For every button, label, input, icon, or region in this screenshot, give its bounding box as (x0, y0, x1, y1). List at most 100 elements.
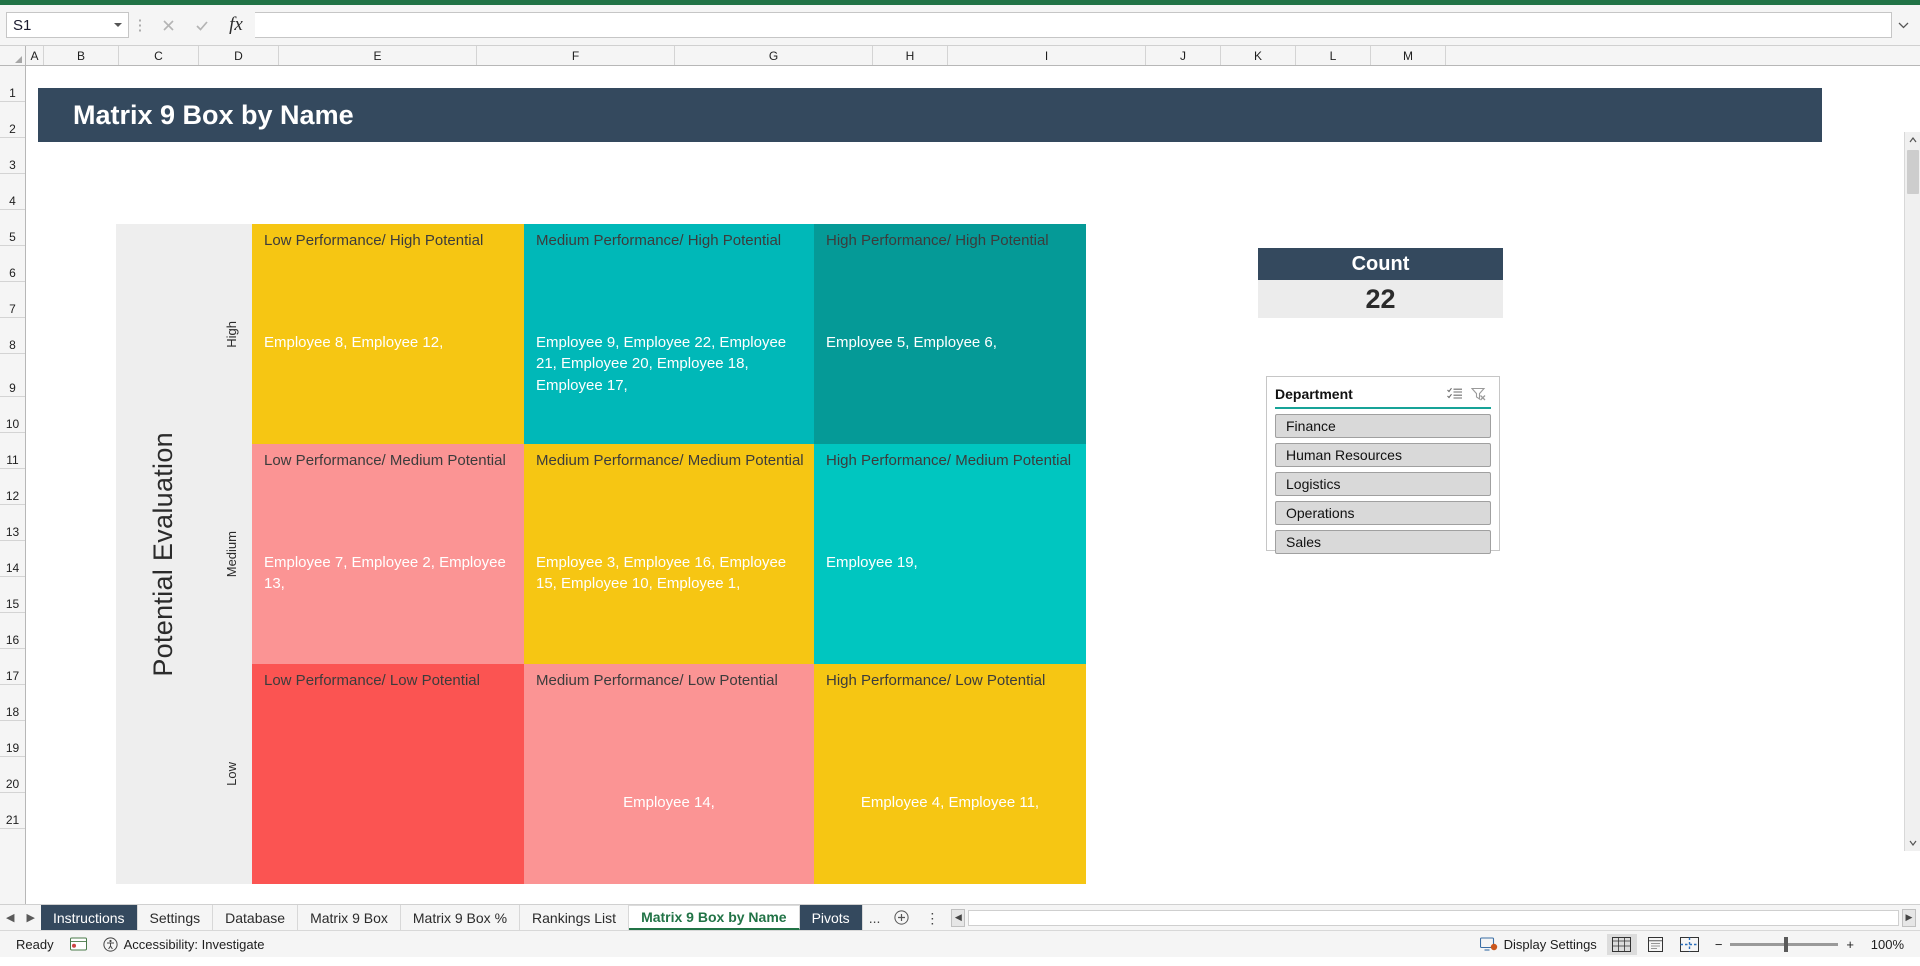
check-icon[interactable] (185, 12, 219, 38)
slicer-item-finance[interactable]: Finance (1275, 414, 1491, 438)
column-header-G[interactable]: G (675, 46, 873, 65)
sheet-tab-matrix-9-box-by-name[interactable]: Matrix 9 Box by Name (629, 905, 800, 930)
zoom-control[interactable]: − + 100% (1707, 936, 1912, 952)
accessibility-status[interactable]: Accessibility: Investigate (95, 937, 273, 952)
zoom-slider[interactable] (1730, 936, 1839, 952)
slicer-item-operations[interactable]: Operations (1275, 501, 1491, 525)
column-header-L[interactable]: L (1296, 46, 1371, 65)
zoom-out-button[interactable]: − (1715, 937, 1723, 952)
column-header-E[interactable]: E (279, 46, 477, 65)
row-header-1[interactable]: 1 (0, 66, 25, 102)
sheet-tab-database[interactable]: Database (213, 905, 299, 930)
sheet-tab-rankings-list[interactable]: Rankings List (520, 905, 630, 930)
slicer-item-logistics[interactable]: Logistics (1275, 472, 1491, 496)
column-header-K[interactable]: K (1221, 46, 1296, 65)
sheet-list-more-button[interactable]: ⋮ (917, 905, 947, 930)
column-header-F[interactable]: F (477, 46, 675, 65)
slicer-item-human-resources[interactable]: Human Resources (1275, 443, 1491, 467)
potential-axis-label: Potential Evaluation (116, 224, 211, 884)
column-header-H[interactable]: H (873, 46, 948, 65)
chevron-down-icon[interactable] (114, 23, 122, 27)
formula-input[interactable] (255, 12, 1892, 38)
matrix-cell-1[interactable]: Medium Performance/ High Potential Employ… (524, 224, 814, 444)
sheet-tab-matrix-9-box[interactable]: Matrix 9 Box % (400, 905, 521, 930)
hscroll-track[interactable] (968, 909, 1899, 926)
page-layout-view-icon[interactable] (1641, 934, 1671, 955)
row-header-15[interactable]: 15 (0, 577, 25, 613)
matrix-cell-8[interactable]: High Performance/ Low Potential Employee … (814, 664, 1086, 884)
hscroll-right-icon[interactable]: ▶ (1902, 908, 1916, 927)
matrix-cell-2[interactable]: High Performance/ High Potential Employee… (814, 224, 1086, 444)
column-header-C[interactable]: C (119, 46, 199, 65)
multi-select-icon[interactable] (1443, 387, 1467, 401)
matrix-cell-3[interactable]: Low Performance/ Medium Potential Employe… (252, 444, 524, 664)
column-header-D[interactable]: D (199, 46, 279, 65)
matrix-cell-5[interactable]: High Performance/ Medium Potential Employ… (814, 444, 1086, 664)
row-header-14[interactable]: 14 (0, 541, 25, 577)
zoom-in-button[interactable]: + (1846, 937, 1854, 952)
expand-formula-bar-icon[interactable] (1892, 12, 1914, 38)
zoom-slider-thumb[interactable] (1784, 936, 1789, 952)
display-settings-button[interactable]: Display Settings (1472, 937, 1605, 952)
nav-prev-icon[interactable]: ◀ (6, 911, 14, 924)
column-header-J[interactable]: J (1146, 46, 1221, 65)
row-header-9[interactable]: 9 (0, 354, 25, 397)
nav-next-icon[interactable]: ▶ (26, 911, 34, 924)
sheet-tab-matrix-9-box[interactable]: Matrix 9 Box (298, 905, 401, 930)
row-header-21[interactable]: 21 (0, 793, 25, 829)
row-header-4[interactable]: 4 (0, 174, 25, 210)
row-header-3[interactable]: 3 (0, 138, 25, 174)
matrix-cell-7[interactable]: Medium Performance/ Low Potential Employe… (524, 664, 814, 884)
column-header-I[interactable]: I (948, 46, 1146, 65)
row-header-16[interactable]: 16 (0, 613, 25, 649)
record-macro-icon[interactable] (62, 937, 95, 951)
vertical-scrollbar[interactable] (1904, 132, 1920, 851)
row-header-19[interactable]: 19 (0, 721, 25, 757)
cancel-icon[interactable] (151, 12, 185, 38)
horizontal-scrollbar[interactable]: ◀ ▶ (947, 905, 1920, 930)
matrix-cell-0[interactable]: Low Performance/ High Potential Employee … (252, 224, 524, 444)
name-box-more-icon[interactable]: ⋮ (129, 18, 151, 33)
scroll-down-icon[interactable] (1905, 835, 1920, 851)
normal-view-icon[interactable] (1606, 933, 1637, 955)
slicer-header: Department (1275, 383, 1491, 405)
row-header-13[interactable]: 13 (0, 505, 25, 541)
row-header-17[interactable]: 17 (0, 649, 25, 685)
select-all-corner[interactable] (0, 46, 26, 65)
row-header-11[interactable]: 11 (0, 433, 25, 469)
row-header-20[interactable]: 20 (0, 757, 25, 793)
matrix-cell-6[interactable]: Low Performance/ Low Potential (252, 664, 524, 884)
sheet-tab-settings[interactable]: Settings (137, 905, 214, 930)
slicer-item-sales[interactable]: Sales (1275, 530, 1491, 554)
row-header-8[interactable]: 8 (0, 318, 25, 354)
row-header-5[interactable]: 5 (0, 210, 25, 246)
insert-function-icon[interactable]: fx (219, 12, 253, 38)
accessibility-label: Accessibility: Investigate (123, 936, 265, 952)
row-header-7[interactable]: 7 (0, 282, 25, 318)
add-sheet-button[interactable] (886, 905, 917, 930)
sheet-canvas[interactable]: Matrix 9 Box by Name Potential Evaluatio… (26, 66, 1920, 904)
hscroll-left-icon[interactable]: ◀ (951, 908, 966, 927)
name-box[interactable]: S1 (6, 12, 129, 38)
row-header-12[interactable]: 12 (0, 469, 25, 505)
column-header-M[interactable]: M (1371, 46, 1446, 65)
row-header-2[interactable]: 2 (0, 102, 25, 138)
scroll-up-icon[interactable] (1905, 132, 1920, 148)
zoom-level-label[interactable]: 100% (1862, 937, 1904, 952)
column-header-B[interactable]: B (44, 46, 119, 65)
sheet-tab-pivots[interactable]: Pivots (799, 905, 863, 930)
sheet-tab-instructions[interactable]: Instructions (40, 905, 138, 930)
scrollbar-thumb[interactable] (1907, 150, 1919, 194)
slicer-title: Department (1275, 386, 1353, 402)
row-header-18[interactable]: 18 (0, 685, 25, 721)
matrix-cell-names: Employee 9, Employee 22, Employee 21, Em… (536, 334, 787, 394)
clear-filter-icon[interactable] (1467, 387, 1491, 401)
sheet-tabs-overflow[interactable]: ... (863, 905, 887, 930)
matrix-cell-4[interactable]: Medium Performance/ Medium Potential Empl… (524, 444, 814, 664)
page-break-view-icon[interactable] (1675, 934, 1705, 955)
column-header-A[interactable]: A (26, 46, 44, 65)
row-header-10[interactable]: 10 (0, 397, 25, 433)
matrix-cell-names: Employee 7, Employee 2, Employee 13, (264, 554, 506, 593)
row-header-6[interactable]: 6 (0, 246, 25, 282)
department-slicer[interactable]: Department Finance Human Resources Logis… (1266, 376, 1500, 554)
